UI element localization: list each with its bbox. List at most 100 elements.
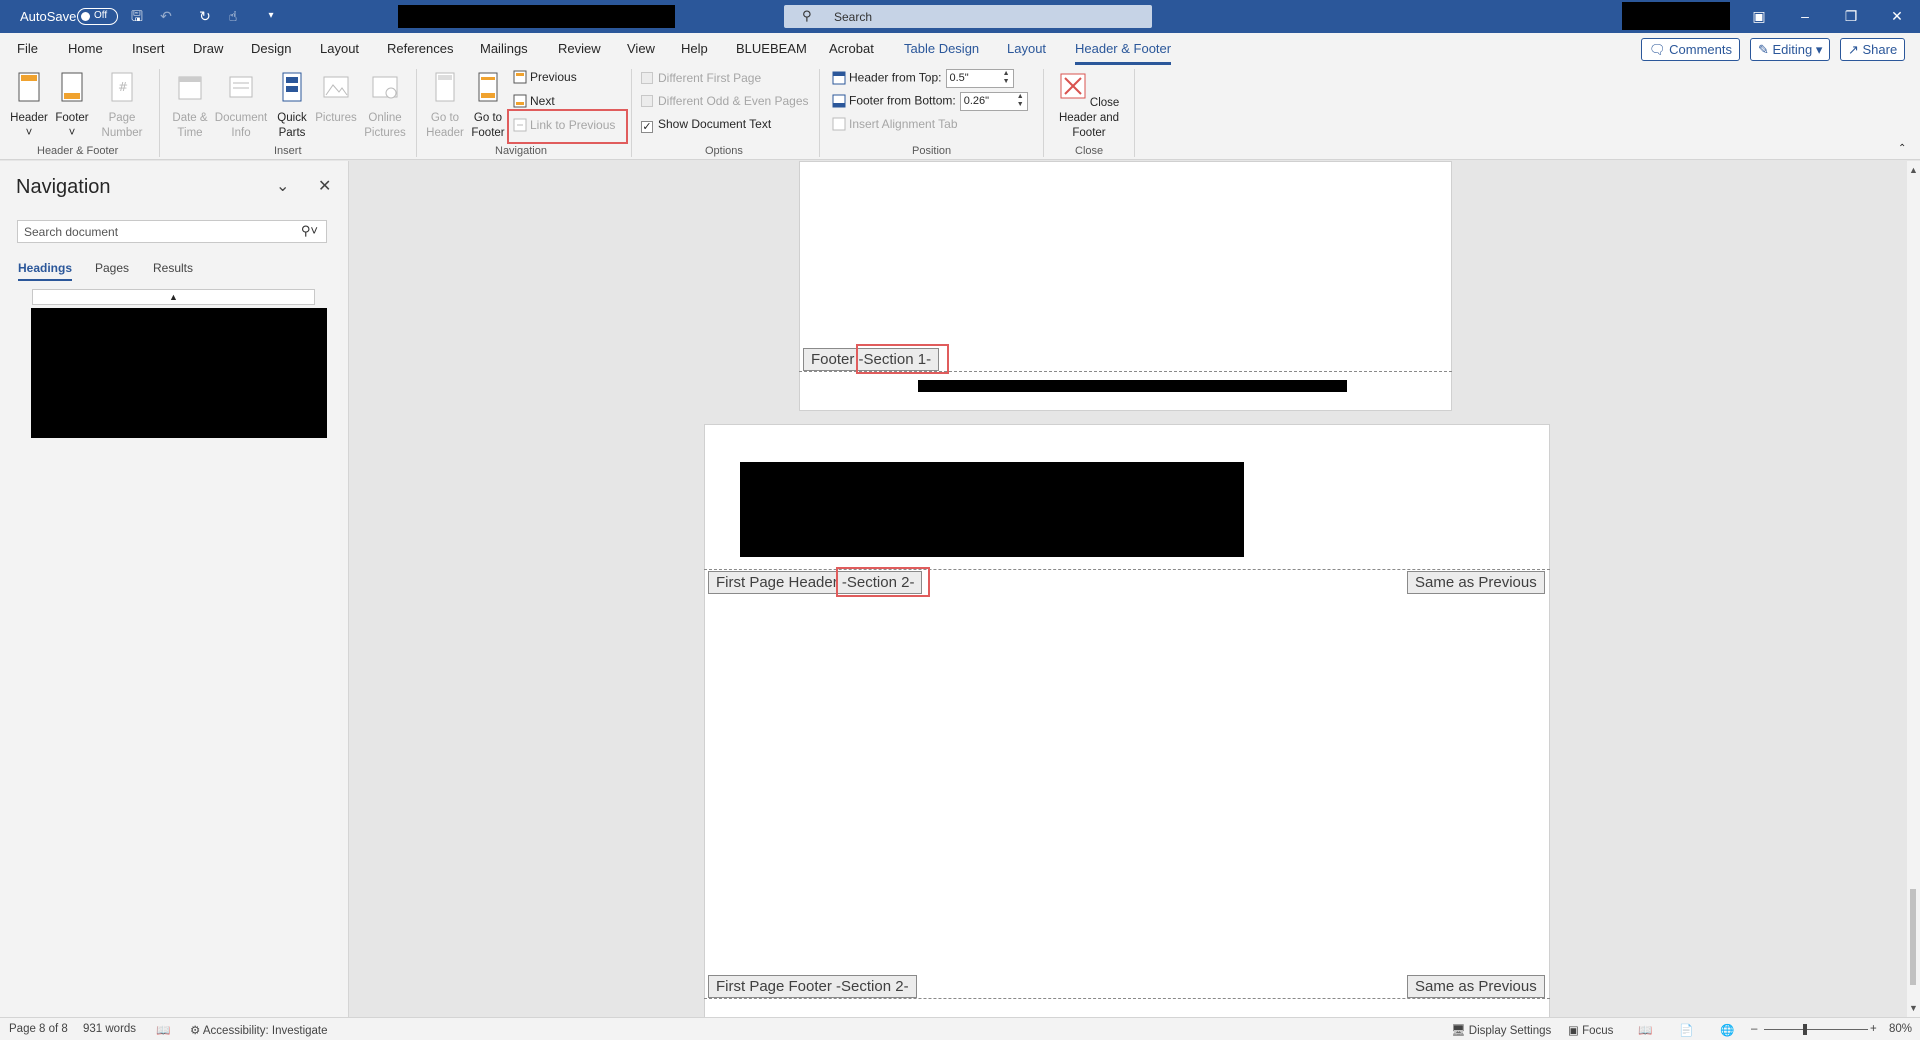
pencil-icon: ✎: [1758, 42, 1773, 57]
tab-layout[interactable]: Layout: [320, 41, 359, 56]
show-document-text-checkbox[interactable]: ✓ Show Document Text: [641, 117, 771, 133]
ribbon-display-icon[interactable]: ▣: [1736, 0, 1782, 33]
checkmark-icon: ✓: [641, 121, 653, 133]
tab-draw[interactable]: Draw: [193, 41, 223, 56]
tab-file[interactable]: File: [17, 41, 38, 56]
previous-button[interactable]: Previous: [513, 70, 577, 84]
tab-review[interactable]: Review: [558, 41, 601, 56]
share-button[interactable]: ↗ Share: [1840, 38, 1906, 61]
tab-references[interactable]: References: [387, 41, 453, 56]
tab-table-design[interactable]: Table Design: [904, 41, 979, 56]
go-to-header-icon: [435, 72, 455, 102]
collapse-all-icon[interactable]: ▲: [32, 289, 315, 305]
tab-table-layout[interactable]: Layout: [1007, 41, 1046, 56]
tab-help[interactable]: Help: [681, 41, 708, 56]
comments-button[interactable]: 🗨 Comments: [1641, 38, 1740, 61]
search-icon[interactable]: ⚲˅: [301, 223, 318, 239]
footer-button[interactable]: Footer ˅: [52, 71, 92, 141]
header-from-top-input[interactable]: 0.5" ▲ ▼: [945, 69, 1014, 88]
autosave-state: Off: [94, 10, 108, 21]
collapse-ribbon-icon[interactable]: ⌃: [1898, 143, 1906, 154]
group-navigation: Navigation: [495, 145, 547, 157]
autosave-toggle[interactable]: Off: [77, 8, 118, 25]
tab-home[interactable]: Home: [68, 41, 103, 56]
document-info-button[interactable]: Document Info: [212, 71, 270, 141]
scroll-up-icon[interactable]: ▲: [1909, 165, 1918, 175]
header-from-top-field: Header from Top: 0.5" ▲ ▼: [832, 69, 1014, 88]
search-document-input[interactable]: Search document ⚲˅: [17, 220, 327, 243]
page-number-button[interactable]: # Page Number: [96, 71, 148, 141]
zoom-slider-thumb[interactable]: [1803, 1024, 1807, 1035]
accessibility-status[interactable]: ⚙ Accessibility: Investigate: [190, 1023, 328, 1037]
touch-mode-icon[interactable]: ☝: [224, 8, 242, 24]
focus-button[interactable]: ▣ Focus: [1568, 1023, 1613, 1037]
same-as-previous-footer-tag: Same as Previous: [1407, 975, 1545, 998]
zoom-slider-track[interactable]: [1764, 1029, 1868, 1030]
nav-tab-pages[interactable]: Pages: [95, 261, 129, 275]
tab-mailings[interactable]: Mailings: [480, 41, 528, 56]
accessibility-icon: ⚙: [190, 1025, 203, 1037]
save-icon[interactable]: 🖫: [128, 8, 146, 24]
close-window-icon[interactable]: ✕: [1874, 0, 1920, 33]
different-odd-even-checkbox[interactable]: Different Odd & Even Pages: [641, 94, 809, 108]
display-settings-label: Display Settings: [1468, 1025, 1552, 1037]
header-button[interactable]: Header ˅: [8, 71, 50, 141]
online-pictures-button[interactable]: Online Pictures: [360, 71, 410, 141]
close-icon[interactable]: ✕: [318, 176, 331, 196]
go-to-header-button[interactable]: Go to Header: [422, 71, 468, 141]
proofing-icon[interactable]: 📖: [156, 1023, 170, 1037]
read-mode-icon[interactable]: 📖: [1638, 1023, 1652, 1037]
quick-parts-button[interactable]: Quick Parts: [272, 71, 312, 141]
ribbon-separator: [819, 69, 820, 157]
group-header-footer: Header & Footer: [37, 145, 119, 157]
go-to-footer-button[interactable]: Go to Footer: [466, 71, 510, 141]
different-first-page-checkbox[interactable]: Different First Page: [641, 71, 761, 85]
header-icon: [18, 72, 40, 102]
restore-icon[interactable]: ❐: [1828, 0, 1874, 33]
tab-view[interactable]: View: [627, 41, 655, 56]
nav-tab-headings[interactable]: Headings: [18, 261, 73, 281]
status-bar: Page 8 of 8 931 words 📖 ⚙ Accessibility:…: [0, 1017, 1920, 1040]
display-settings-button[interactable]: 🖥 Display Settings: [1451, 1023, 1551, 1037]
customize-qat-icon[interactable]: ▾: [262, 8, 280, 24]
pictures-button[interactable]: Pictures: [314, 71, 358, 126]
nav-tab-results[interactable]: Results: [153, 261, 193, 275]
chevron-down-icon[interactable]: ⌄: [276, 176, 289, 196]
print-layout-icon[interactable]: 📄: [1679, 1023, 1693, 1037]
insert-alignment-tab-button[interactable]: Insert Alignment Tab: [832, 117, 958, 131]
zoom-out-icon[interactable]: –: [1751, 1023, 1757, 1035]
tab-header-footer[interactable]: Header & Footer: [1075, 41, 1172, 65]
go-to-footer-label: Go to Footer: [471, 112, 505, 139]
editing-button[interactable]: ✎ Editing ▾: [1750, 38, 1831, 61]
alignment-tab-icon: [832, 117, 846, 131]
minimize-icon[interactable]: –: [1782, 0, 1828, 33]
date-time-button[interactable]: Date & Time: [164, 71, 216, 141]
vertical-scrollbar[interactable]: ▲ ▼: [1907, 161, 1920, 1017]
scroll-down-icon[interactable]: ▼: [1909, 1003, 1918, 1013]
footer-from-bottom-input[interactable]: 0.26" ▲ ▼: [959, 92, 1028, 111]
spinner-arrows-icon[interactable]: ▲ ▼: [1017, 93, 1024, 109]
zoom-level[interactable]: 80%: [1889, 1023, 1912, 1035]
group-close: Close: [1075, 145, 1104, 157]
search-icon: ⚲: [802, 8, 812, 23]
page-count[interactable]: Page 8 of 8: [9, 1023, 68, 1035]
undo-icon[interactable]: ↶: [157, 8, 175, 24]
zoom-in-icon[interactable]: +: [1870, 1023, 1877, 1035]
word-count[interactable]: 931 words: [83, 1023, 136, 1035]
tab-insert[interactable]: Insert: [132, 41, 165, 56]
tab-acrobat[interactable]: Acrobat: [829, 41, 874, 56]
next-button[interactable]: Next: [513, 94, 555, 108]
spinner-arrows-icon[interactable]: ▲ ▼: [1003, 70, 1010, 86]
search-box[interactable]: ⚲ Search: [784, 5, 1152, 28]
close-header-footer-button[interactable]: Close Header and Footer: [1049, 71, 1129, 141]
document-info-icon: [229, 76, 253, 98]
web-layout-icon[interactable]: 🌐: [1720, 1023, 1734, 1037]
page-number-icon: #: [111, 72, 133, 102]
tab-bluebeam[interactable]: BLUEBEAM: [736, 41, 807, 56]
tab-design[interactable]: Design: [251, 41, 291, 56]
redacted-headings: [31, 308, 327, 438]
chevron-down-icon: ˅: [25, 127, 33, 139]
scroll-thumb[interactable]: [1910, 889, 1916, 985]
redo-icon[interactable]: ↻: [196, 8, 214, 24]
different-odd-even-label: Different Odd & Even Pages: [658, 94, 809, 108]
